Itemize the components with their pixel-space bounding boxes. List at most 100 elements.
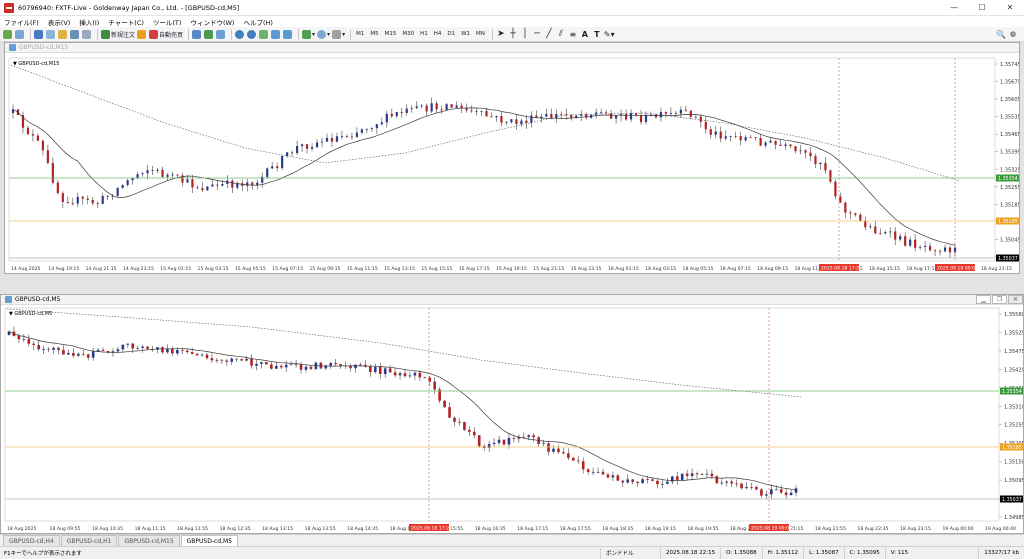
label-tool[interactable]: T <box>592 28 602 40</box>
time-tick-label: 18 Aug 2025 <box>7 526 37 532</box>
new-chart-button[interactable] <box>3 28 13 40</box>
auto-trade-button[interactable]: 自動売買 <box>149 28 183 40</box>
candle <box>286 152 289 157</box>
tab-gbpusd-h1[interactable]: GBPUSD-cd,H1 <box>60 535 118 546</box>
candle <box>463 422 466 430</box>
candle <box>744 137 747 141</box>
indicators-button[interactable]: ▾ <box>302 28 315 40</box>
candle <box>101 349 105 351</box>
cursor-tool[interactable]: ➤ <box>496 28 506 40</box>
candle <box>31 134 35 136</box>
timeframe-m15[interactable]: M15 <box>383 28 399 40</box>
fibonacci-tool[interactable]: ≡ <box>568 28 578 40</box>
trendline-tool[interactable]: ╱ <box>544 28 554 40</box>
minimize-button[interactable]: — <box>940 0 968 16</box>
autoscroll-icon <box>283 29 293 39</box>
profiles-button[interactable] <box>15 28 25 40</box>
tile-windows-button[interactable] <box>259 28 269 40</box>
line-chart-button[interactable] <box>216 28 226 40</box>
templates-button[interactable]: ▾ <box>332 28 345 40</box>
timeframe-m1[interactable]: M1 <box>354 28 366 40</box>
indicators-icon <box>302 29 312 39</box>
metaeditor-button[interactable] <box>137 28 147 40</box>
candle <box>22 338 26 340</box>
candle <box>393 372 397 376</box>
new-order-button[interactable]: 新規注文 <box>101 28 135 40</box>
data-window-button[interactable] <box>46 28 56 40</box>
market-watch-button[interactable] <box>34 28 44 40</box>
chart-window-m15[interactable]: GBPUSD-cd,M15 1.35745 1.35675 1.35605 1.355… <box>4 42 1020 274</box>
candle <box>121 344 125 350</box>
navigator-button[interactable] <box>58 28 68 40</box>
candle <box>374 366 377 373</box>
candle <box>547 443 550 452</box>
timeframe-h4[interactable]: H4 <box>432 28 444 40</box>
time-tick-label: 15 Aug 15:15 <box>421 266 452 272</box>
periods-button[interactable]: ▾ <box>317 28 330 40</box>
menu-view[interactable]: 表示(V) <box>48 17 71 27</box>
timeframe-m5[interactable]: M5 <box>368 28 380 40</box>
horizontal-line-tool[interactable]: ─ <box>532 28 542 40</box>
vertical-line-tool[interactable]: │ <box>520 28 530 40</box>
new-order-icon <box>101 29 110 39</box>
candle <box>275 365 278 369</box>
price-tick-label: 1.35675 <box>1000 80 1019 86</box>
status-profile[interactable]: ボンドドル <box>600 547 660 559</box>
chart-window-m5[interactable]: GBPUSD-cd,M5 ▁ ❐ ✕ 1.35580 1.35525 1.35475… <box>0 294 1024 534</box>
timeframe-mn[interactable]: MN <box>474 28 487 40</box>
candle <box>101 195 104 204</box>
chart-minimize-button[interactable]: ▁ <box>976 295 991 304</box>
candle <box>284 364 288 368</box>
text-tool[interactable]: A <box>580 28 590 40</box>
price-chart-m5[interactable]: 1.355801.355251.354751.354201.353651.353… <box>1 305 1023 533</box>
candle <box>435 103 438 110</box>
chart-window-title-bar: GBPUSD-cd,M5 ▁ ❐ ✕ <box>1 295 1023 305</box>
bar-chart-button[interactable] <box>192 28 202 40</box>
menu-insert[interactable]: 挿入(I) <box>79 17 99 27</box>
candle <box>572 457 575 461</box>
menu-file[interactable]: ファイル(F) <box>4 17 39 27</box>
tab-gbpusd-m5[interactable]: GBPUSD-cd,M5 <box>180 535 239 546</box>
zoom-in-button[interactable] <box>235 28 245 40</box>
time-tick-label: 18 Aug 21:55 <box>815 526 846 532</box>
candle <box>502 439 506 445</box>
timeframe-m30[interactable]: M30 <box>400 28 416 40</box>
menu-charts[interactable]: チャート(C) <box>108 17 144 27</box>
search-button[interactable]: 🔍 <box>996 28 1006 40</box>
candle <box>465 108 468 111</box>
autoscroll-button[interactable] <box>283 28 293 40</box>
candlestick-button[interactable] <box>204 28 214 40</box>
candle <box>928 245 932 251</box>
maximize-button[interactable]: ☐ <box>968 0 996 16</box>
chart-restore-button[interactable]: ❐ <box>992 295 1007 304</box>
community-button[interactable]: ◍ <box>1008 28 1018 40</box>
timeframe-w1[interactable]: W1 <box>459 28 472 40</box>
new-chart-icon <box>3 29 12 39</box>
terminal-button[interactable] <box>70 28 80 40</box>
close-button[interactable]: ✕ <box>996 0 1024 16</box>
candle <box>919 246 922 248</box>
menu-tools[interactable]: ツール(T) <box>153 17 182 27</box>
zoom-out-button[interactable] <box>247 28 257 40</box>
candle <box>562 452 565 454</box>
menu-help[interactable]: ヘルプ(H) <box>243 17 272 27</box>
candle <box>789 492 793 496</box>
tab-gbpusd-h4[interactable]: GBPUSD-cd,H4 <box>3 535 60 546</box>
timeframe-d1[interactable]: D1 <box>445 28 457 40</box>
tab-gbpusd-m15[interactable]: GBPUSD-cd,M15 <box>118 535 180 546</box>
chart-shift-button[interactable] <box>271 28 281 40</box>
menu-window[interactable]: ウィンドウ(W) <box>190 17 234 27</box>
channel-tool[interactable]: ⫽ <box>556 28 566 40</box>
price-chart-m15[interactable]: 1.35745 1.35675 1.35605 1.35535 1.35465 1.353… <box>5 53 1019 273</box>
arrows-tool[interactable]: ✎▾ <box>604 28 615 40</box>
price-tick-label: 1.35580 <box>1004 312 1023 318</box>
terminal-icon <box>70 29 79 39</box>
timeframe-h1[interactable]: H1 <box>418 28 430 40</box>
candle <box>779 489 783 493</box>
candle <box>515 119 518 125</box>
tester-button[interactable] <box>82 28 92 40</box>
candle <box>126 180 129 186</box>
candle <box>829 170 832 182</box>
crosshair-tool[interactable]: ┼ <box>508 28 518 40</box>
chart-close-button[interactable]: ✕ <box>1008 295 1023 304</box>
